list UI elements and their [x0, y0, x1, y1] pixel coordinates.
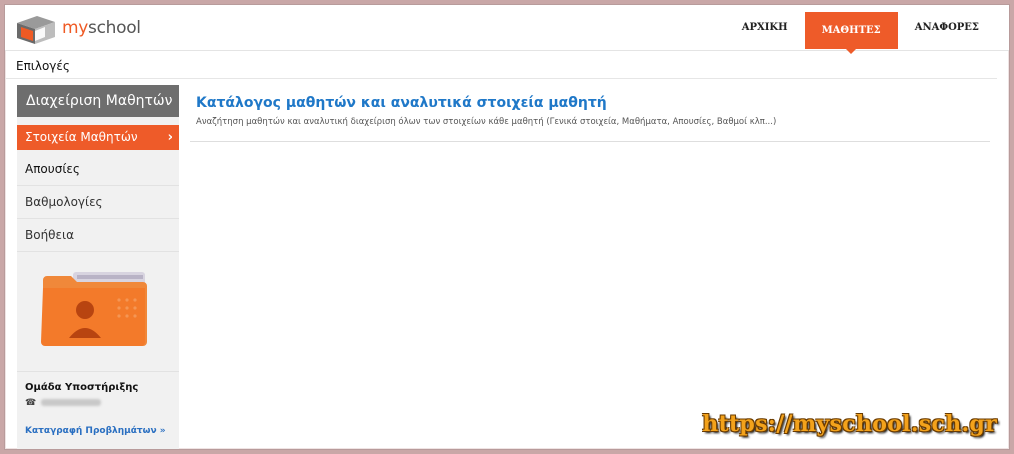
- sidebar-title: Διαχείριση Μαθητών: [17, 85, 179, 117]
- sidebar-item-label: Βαθμολογίες: [25, 195, 103, 209]
- main-nav: ΑΡΧΙΚΗ ΜΑΘΗΤΕΣ ΑΝΑΦΟΡΕΣ: [725, 5, 996, 54]
- main-content: Κατάλογος μαθητών και αναλυτικά στοιχεία…: [190, 95, 990, 142]
- student-folder-illustration: [17, 252, 179, 372]
- sidebar-item-label: Βοήθεια: [25, 228, 74, 242]
- sidebar-item-label: Στοιχεία Μαθητών: [25, 130, 138, 144]
- content-divider: [190, 141, 990, 142]
- nav-students[interactable]: ΜΑΘΗΤΕΣ: [804, 12, 898, 54]
- myschool-logo[interactable]: myschool: [15, 13, 155, 45]
- nav-home[interactable]: ΑΡΧΙΚΗ: [725, 5, 805, 51]
- page-title: Κατάλογος μαθητών και αναλυτικά στοιχεία…: [196, 95, 607, 111]
- sidebar: Διαχείριση Μαθητών Στοιχεία Μαθητών › Απ…: [17, 85, 179, 449]
- phone-icon: ☎: [25, 396, 37, 407]
- report-problems-link[interactable]: Καταγραφή Προβλημάτων »: [25, 426, 171, 436]
- support-title: Ομάδα Υποστήριξης: [25, 382, 139, 393]
- blurred-phone-number: [41, 398, 102, 406]
- sidebar-item-label: Απουσίες: [25, 162, 80, 176]
- sidebar-item-student-details[interactable]: Στοιχεία Μαθητών ›: [17, 125, 179, 150]
- support-box: Ομάδα Υποστήριξης ☎ Καταγραφή Προβλημάτω…: [17, 372, 179, 436]
- chevron-right-icon: ›: [167, 130, 173, 145]
- logo-wordmark: myschool: [62, 18, 141, 38]
- options-bar: Επιλογές: [5, 52, 997, 79]
- nav-reports[interactable]: ΑΝΑΦΟΡΕΣ: [898, 5, 996, 51]
- options-label: Επιλογές: [16, 59, 70, 73]
- sidebar-item-grades[interactable]: Βαθμολογίες: [17, 186, 179, 219]
- sidebar-item-help[interactable]: Βοήθεια: [17, 219, 179, 252]
- student-folder-icon: [41, 272, 147, 346]
- top-bar: myschool ΑΡΧΙΚΗ ΜΑΘΗΤΕΣ ΑΝΑΦΟΡΕΣ: [5, 5, 1009, 54]
- logo-cube-icon: [17, 16, 55, 44]
- url-watermark: https://myschool.sch.gr: [702, 411, 997, 437]
- sidebar-item-absences[interactable]: Απουσίες: [17, 153, 179, 186]
- support-phone: ☎: [25, 396, 171, 408]
- page-subtitle: Αναζήτηση μαθητών και αναλυτική διαχείρι…: [196, 117, 777, 127]
- app-window: myschool ΑΡΧΙΚΗ ΜΑΘΗΤΕΣ ΑΝΑΦΟΡΕΣ Επιλογέ…: [4, 4, 1010, 450]
